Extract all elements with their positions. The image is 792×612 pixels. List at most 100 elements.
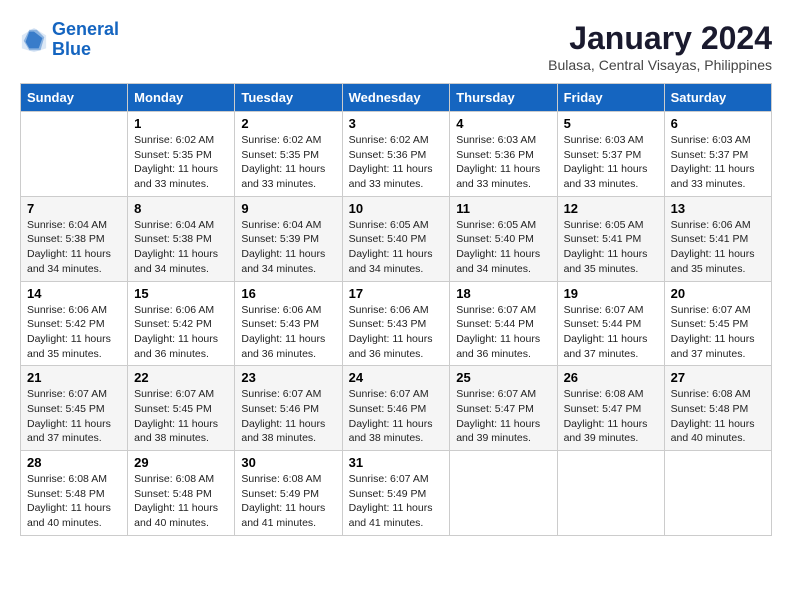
day-number: 31 bbox=[349, 455, 444, 470]
day-number: 3 bbox=[349, 116, 444, 131]
calendar-cell bbox=[21, 112, 128, 197]
day-header-tuesday: Tuesday bbox=[235, 84, 342, 112]
calendar-cell: 2 Sunrise: 6:02 AMSunset: 5:35 PMDaylight… bbox=[235, 112, 342, 197]
week-row-0: 1Sunrise: 6:02 AMSunset: 5:35 PMDaylight… bbox=[21, 112, 772, 197]
day-number: 10 bbox=[349, 201, 444, 216]
subtitle: Bulasa, Central Visayas, Philippines bbox=[548, 57, 772, 73]
calendar-cell: 29Sunrise: 6:08 AMSunset: 5:48 PMDayligh… bbox=[128, 451, 235, 536]
cell-info: Sunrise: 6:07 AMSunset: 5:46 PMDaylight:… bbox=[349, 387, 444, 446]
calendar-cell: 22 Sunrise: 6:07 AMSunset: 5:45 PMDayligh… bbox=[128, 366, 235, 451]
cell-info: Sunrise: 6:02 AMSunset: 5:35 PMDaylight:… bbox=[241, 133, 335, 192]
day-number: 22 bbox=[134, 370, 228, 385]
title-area: January 2024 Bulasa, Central Visayas, Ph… bbox=[548, 20, 772, 73]
day-header-friday: Friday bbox=[557, 84, 664, 112]
logo-text: General Blue bbox=[52, 20, 119, 60]
calendar-cell: 1Sunrise: 6:02 AMSunset: 5:35 PMDaylight… bbox=[128, 112, 235, 197]
calendar-cell: 24 Sunrise: 6:07 AMSunset: 5:46 PMDayligh… bbox=[342, 366, 450, 451]
calendar-cell: 10 Sunrise: 6:05 AMSunset: 5:40 PMDayligh… bbox=[342, 196, 450, 281]
cell-info: Sunrise: 6:06 AMSunset: 5:42 PMDaylight:… bbox=[134, 303, 228, 362]
cell-info: Sunrise: 6:02 AMSunset: 5:35 PMDaylight:… bbox=[134, 133, 228, 192]
cell-info: Sunrise: 6:08 AMSunset: 5:48 PMDaylight:… bbox=[27, 472, 121, 531]
calendar-cell: 17Sunrise: 6:06 AMSunset: 5:43 PMDayligh… bbox=[342, 281, 450, 366]
cell-info: Sunrise: 6:04 AMSunset: 5:39 PMDaylight:… bbox=[241, 218, 335, 277]
calendar-cell: 13 Sunrise: 6:06 AMSunset: 5:41 PMDayligh… bbox=[664, 196, 771, 281]
calendar-cell: 23 Sunrise: 6:07 AMSunset: 5:46 PMDayligh… bbox=[235, 366, 342, 451]
week-row-2: 14 Sunrise: 6:06 AMSunset: 5:42 PMDayligh… bbox=[21, 281, 772, 366]
day-number: 2 bbox=[241, 116, 335, 131]
calendar-cell: 9Sunrise: 6:04 AMSunset: 5:39 PMDaylight… bbox=[235, 196, 342, 281]
calendar-cell: 30 Sunrise: 6:08 AMSunset: 5:49 PMDayligh… bbox=[235, 451, 342, 536]
calendar-cell: 8 Sunrise: 6:04 AMSunset: 5:38 PMDaylight… bbox=[128, 196, 235, 281]
day-number: 18 bbox=[456, 286, 550, 301]
calendar-cell: 7 Sunrise: 6:04 AMSunset: 5:38 PMDaylight… bbox=[21, 196, 128, 281]
cell-info: Sunrise: 6:08 AMSunset: 5:47 PMDaylight:… bbox=[564, 387, 658, 446]
calendar-table: SundayMondayTuesdayWednesdayThursdayFrid… bbox=[20, 83, 772, 536]
calendar-cell: 5Sunrise: 6:03 AMSunset: 5:37 PMDaylight… bbox=[557, 112, 664, 197]
day-number: 4 bbox=[456, 116, 550, 131]
day-number: 30 bbox=[241, 455, 335, 470]
day-header-monday: Monday bbox=[128, 84, 235, 112]
cell-info: Sunrise: 6:07 AMSunset: 5:47 PMDaylight:… bbox=[456, 387, 550, 446]
day-number: 23 bbox=[241, 370, 335, 385]
cell-info: Sunrise: 6:06 AMSunset: 5:42 PMDaylight:… bbox=[27, 303, 121, 362]
calendar-cell: 21Sunrise: 6:07 AMSunset: 5:45 PMDayligh… bbox=[21, 366, 128, 451]
cell-info: Sunrise: 6:04 AMSunset: 5:38 PMDaylight:… bbox=[27, 218, 121, 277]
day-number: 6 bbox=[671, 116, 765, 131]
cell-info: Sunrise: 6:02 AMSunset: 5:36 PMDaylight:… bbox=[349, 133, 444, 192]
cell-info: Sunrise: 6:03 AMSunset: 5:37 PMDaylight:… bbox=[671, 133, 765, 192]
day-header-thursday: Thursday bbox=[450, 84, 557, 112]
week-row-1: 7 Sunrise: 6:04 AMSunset: 5:38 PMDaylight… bbox=[21, 196, 772, 281]
cell-info: Sunrise: 6:04 AMSunset: 5:38 PMDaylight:… bbox=[134, 218, 228, 277]
cell-info: Sunrise: 6:08 AMSunset: 5:48 PMDaylight:… bbox=[134, 472, 228, 531]
day-number: 14 bbox=[27, 286, 121, 301]
day-number: 24 bbox=[349, 370, 444, 385]
calendar-cell bbox=[557, 451, 664, 536]
cell-info: Sunrise: 6:07 AMSunset: 5:45 PMDaylight:… bbox=[27, 387, 121, 446]
day-number: 12 bbox=[564, 201, 658, 216]
cell-info: Sunrise: 6:07 AMSunset: 5:45 PMDaylight:… bbox=[134, 387, 228, 446]
calendar-cell bbox=[450, 451, 557, 536]
day-number: 26 bbox=[564, 370, 658, 385]
calendar-cell: 25 Sunrise: 6:07 AMSunset: 5:47 PMDayligh… bbox=[450, 366, 557, 451]
week-row-4: 28 Sunrise: 6:08 AMSunset: 5:48 PMDayligh… bbox=[21, 451, 772, 536]
cell-info: Sunrise: 6:06 AMSunset: 5:43 PMDaylight:… bbox=[349, 303, 444, 362]
calendar-cell: 19Sunrise: 6:07 AMSunset: 5:44 PMDayligh… bbox=[557, 281, 664, 366]
cell-info: Sunrise: 6:05 AMSunset: 5:41 PMDaylight:… bbox=[564, 218, 658, 277]
day-number: 15 bbox=[134, 286, 228, 301]
week-row-3: 21Sunrise: 6:07 AMSunset: 5:45 PMDayligh… bbox=[21, 366, 772, 451]
calendar-cell: 11Sunrise: 6:05 AMSunset: 5:40 PMDayligh… bbox=[450, 196, 557, 281]
cell-info: Sunrise: 6:06 AMSunset: 5:41 PMDaylight:… bbox=[671, 218, 765, 277]
logo-icon bbox=[20, 26, 48, 54]
day-number: 28 bbox=[27, 455, 121, 470]
calendar-cell: 26 Sunrise: 6:08 AMSunset: 5:47 PMDayligh… bbox=[557, 366, 664, 451]
calendar-cell: 28 Sunrise: 6:08 AMSunset: 5:48 PMDayligh… bbox=[21, 451, 128, 536]
cell-info: Sunrise: 6:08 AMSunset: 5:49 PMDaylight:… bbox=[241, 472, 335, 531]
day-header-saturday: Saturday bbox=[664, 84, 771, 112]
cell-info: Sunrise: 6:08 AMSunset: 5:48 PMDaylight:… bbox=[671, 387, 765, 446]
calendar-cell: 27Sunrise: 6:08 AMSunset: 5:48 PMDayligh… bbox=[664, 366, 771, 451]
calendar-cell: 18Sunrise: 6:07 AMSunset: 5:44 PMDayligh… bbox=[450, 281, 557, 366]
day-number: 7 bbox=[27, 201, 121, 216]
calendar-cell: 14 Sunrise: 6:06 AMSunset: 5:42 PMDayligh… bbox=[21, 281, 128, 366]
calendar-cell: 12 Sunrise: 6:05 AMSunset: 5:41 PMDayligh… bbox=[557, 196, 664, 281]
cell-info: Sunrise: 6:05 AMSunset: 5:40 PMDaylight:… bbox=[456, 218, 550, 277]
day-header-sunday: Sunday bbox=[21, 84, 128, 112]
cell-info: Sunrise: 6:03 AMSunset: 5:36 PMDaylight:… bbox=[456, 133, 550, 192]
cell-info: Sunrise: 6:07 AMSunset: 5:46 PMDaylight:… bbox=[241, 387, 335, 446]
calendar-cell: 16Sunrise: 6:06 AMSunset: 5:43 PMDayligh… bbox=[235, 281, 342, 366]
day-number: 8 bbox=[134, 201, 228, 216]
calendar-cell: 15 Sunrise: 6:06 AMSunset: 5:42 PMDayligh… bbox=[128, 281, 235, 366]
day-number: 20 bbox=[671, 286, 765, 301]
calendar-cell: 31Sunrise: 6:07 AMSunset: 5:49 PMDayligh… bbox=[342, 451, 450, 536]
cell-info: Sunrise: 6:05 AMSunset: 5:40 PMDaylight:… bbox=[349, 218, 444, 277]
main-title: January 2024 bbox=[548, 20, 772, 57]
logo: General Blue bbox=[20, 20, 119, 60]
calendar-cell: 20 Sunrise: 6:07 AMSunset: 5:45 PMDayligh… bbox=[664, 281, 771, 366]
calendar-cell bbox=[664, 451, 771, 536]
day-number: 5 bbox=[564, 116, 658, 131]
day-number: 25 bbox=[456, 370, 550, 385]
day-number: 13 bbox=[671, 201, 765, 216]
cell-info: Sunrise: 6:06 AMSunset: 5:43 PMDaylight:… bbox=[241, 303, 335, 362]
cell-info: Sunrise: 6:07 AMSunset: 5:45 PMDaylight:… bbox=[671, 303, 765, 362]
cell-info: Sunrise: 6:07 AMSunset: 5:44 PMDaylight:… bbox=[564, 303, 658, 362]
